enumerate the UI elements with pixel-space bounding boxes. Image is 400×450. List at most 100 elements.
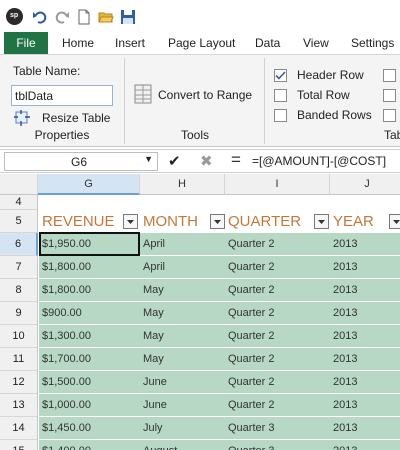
formula-bar: G6 ▼ ✔ ✖ = =[@AMOUNT]-[@COST] bbox=[0, 149, 400, 173]
table-cell[interactable]: June bbox=[140, 371, 225, 394]
table-name-input[interactable]: tblData bbox=[11, 85, 113, 106]
row-header[interactable]: 7 bbox=[0, 256, 38, 279]
option-checkbox-partial[interactable] bbox=[383, 69, 396, 82]
convert-to-range-button[interactable]: Convert to Range bbox=[158, 88, 252, 102]
table-cell[interactable]: Quarter 2 bbox=[225, 233, 330, 256]
header-row-label: Header Row bbox=[297, 68, 364, 82]
redo-icon[interactable] bbox=[54, 9, 70, 25]
table-cell[interactable]: $900.00 bbox=[39, 302, 140, 325]
table-cell[interactable]: 2013 bbox=[330, 417, 400, 440]
column-header-j[interactable]: J bbox=[330, 174, 400, 195]
table-cell[interactable]: Quarter 3 bbox=[225, 440, 330, 450]
total-row-checkbox[interactable] bbox=[274, 89, 287, 102]
table-cell[interactable]: $1,450.00 bbox=[39, 417, 140, 440]
tab-view[interactable]: View bbox=[303, 32, 329, 54]
row-header[interactable]: 5 bbox=[0, 210, 38, 233]
tab-insert[interactable]: Insert bbox=[115, 32, 145, 54]
filter-dropdown-button[interactable] bbox=[123, 214, 138, 229]
table-cell[interactable]: Quarter 2 bbox=[225, 394, 330, 417]
row-header[interactable]: 14 bbox=[0, 417, 38, 440]
table-cell[interactable]: $1,500.00 bbox=[39, 371, 140, 394]
table-cell[interactable]: 2013 bbox=[330, 233, 400, 256]
table-cell[interactable]: Quarter 2 bbox=[225, 325, 330, 348]
row-header[interactable]: 8 bbox=[0, 279, 38, 302]
table-cell[interactable]: $1,000.00 bbox=[39, 394, 140, 417]
save-icon[interactable] bbox=[120, 9, 136, 25]
row-header[interactable]: 10 bbox=[0, 325, 38, 348]
table-cell[interactable]: August bbox=[140, 440, 225, 450]
table-cell[interactable]: 2013 bbox=[330, 440, 400, 450]
table-cell[interactable]: $1,800.00 bbox=[39, 279, 140, 302]
name-box-value: G6 bbox=[71, 155, 88, 169]
option-checkbox-partial[interactable] bbox=[383, 109, 396, 122]
app-logo-icon[interactable]: sp bbox=[6, 8, 23, 25]
table-cell[interactable]: Quarter 3 bbox=[225, 417, 330, 440]
header-row-checkbox[interactable] bbox=[274, 69, 287, 82]
column-header-i[interactable]: I bbox=[225, 174, 330, 195]
row-header[interactable]: 6 bbox=[0, 233, 38, 256]
new-document-icon[interactable] bbox=[76, 9, 92, 25]
chevron-down-icon[interactable]: ▼ bbox=[144, 154, 153, 164]
table-style-options-group-label: Tab bbox=[384, 128, 400, 142]
row-header[interactable]: 4 bbox=[0, 195, 38, 210]
filter-dropdown-button[interactable] bbox=[210, 214, 225, 229]
tab-settings[interactable]: Settings bbox=[351, 32, 394, 54]
tab-data[interactable]: Data bbox=[255, 32, 280, 54]
name-box[interactable]: G6 ▼ bbox=[4, 152, 158, 171]
tab-page-layout[interactable]: Page Layout bbox=[168, 32, 235, 54]
check-mark-icon bbox=[275, 71, 286, 80]
resize-table-button[interactable]: Resize Table bbox=[42, 111, 110, 125]
table-cell[interactable]: 2013 bbox=[330, 394, 400, 417]
table-cell[interactable]: May bbox=[140, 279, 225, 302]
convert-to-range-icon bbox=[134, 84, 152, 104]
banded-rows-checkbox[interactable] bbox=[274, 109, 287, 122]
table-cell[interactable]: April bbox=[140, 233, 225, 256]
table-cell[interactable]: Quarter 2 bbox=[225, 279, 330, 302]
table-cell[interactable]: Quarter 2 bbox=[225, 302, 330, 325]
table-cell[interactable]: Quarter 2 bbox=[225, 371, 330, 394]
table-cell[interactable]: $1,700.00 bbox=[39, 348, 140, 371]
formula-input[interactable]: =[@AMOUNT]-[@COST] bbox=[252, 154, 386, 168]
table-cell[interactable]: July bbox=[140, 417, 225, 440]
table-cell[interactable]: May bbox=[140, 325, 225, 348]
row-header[interactable]: 9 bbox=[0, 302, 38, 325]
table-cell[interactable]: $1,800.00 bbox=[39, 256, 140, 279]
table-cell[interactable]: June bbox=[140, 394, 225, 417]
table-cell[interactable]: Quarter 2 bbox=[225, 256, 330, 279]
row-header[interactable]: 12 bbox=[0, 371, 38, 394]
undo-icon[interactable] bbox=[32, 9, 48, 25]
table-name-label: Table Name: bbox=[13, 64, 81, 78]
quick-access-toolbar: sp bbox=[0, 0, 400, 32]
table-cell[interactable]: 2013 bbox=[330, 256, 400, 279]
cancel-button[interactable]: ✖ bbox=[200, 152, 213, 170]
properties-group-label: Properties bbox=[34, 128, 90, 142]
table-cell[interactable]: 2013 bbox=[330, 325, 400, 348]
tab-file[interactable]: File bbox=[4, 32, 48, 54]
column-header-g[interactable]: G bbox=[38, 174, 140, 195]
filter-dropdown-button[interactable] bbox=[389, 214, 400, 229]
table-cell[interactable]: 2013 bbox=[330, 279, 400, 302]
table-cell[interactable]: April bbox=[140, 256, 225, 279]
row-header[interactable]: 11 bbox=[0, 348, 38, 371]
table-cell[interactable]: $1,300.00 bbox=[39, 325, 140, 348]
option-checkbox-partial[interactable] bbox=[383, 89, 396, 102]
tab-home[interactable]: Home bbox=[62, 32, 94, 54]
table-cell[interactable]: 2013 bbox=[330, 371, 400, 394]
insert-function-button[interactable]: = bbox=[231, 150, 241, 170]
confirm-button[interactable]: ✔ bbox=[168, 152, 181, 170]
total-row-label: Total Row bbox=[297, 88, 350, 102]
row-header[interactable]: 15 bbox=[0, 440, 38, 450]
table-cell[interactable]: May bbox=[140, 302, 225, 325]
table-cell[interactable]: 2013 bbox=[330, 302, 400, 325]
filter-dropdown-button[interactable] bbox=[314, 214, 329, 229]
tools-group-label: Tools bbox=[180, 128, 209, 142]
table-cell[interactable]: May bbox=[140, 348, 225, 371]
column-header-h[interactable]: H bbox=[140, 174, 225, 195]
table-cell[interactable]: $1,400.00 bbox=[39, 440, 140, 450]
table-cell[interactable]: 2013 bbox=[330, 348, 400, 371]
select-all-corner[interactable] bbox=[0, 174, 38, 195]
ribbon-tabs: File Home Insert Page Layout Data View S… bbox=[0, 32, 400, 54]
table-cell[interactable]: Quarter 2 bbox=[225, 348, 330, 371]
row-header[interactable]: 13 bbox=[0, 394, 38, 417]
open-folder-icon[interactable] bbox=[98, 9, 114, 25]
